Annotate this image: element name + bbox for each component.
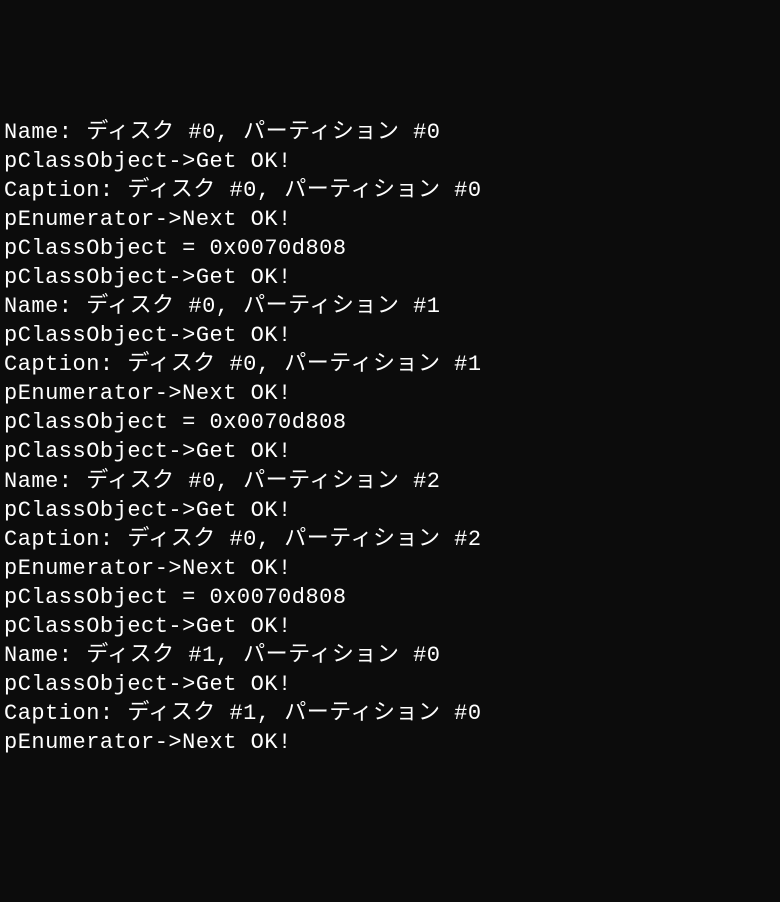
terminal-line: Name: ディスク #0, パーティション #0 xyxy=(4,118,776,147)
terminal-line: pEnumerator->Next OK! xyxy=(4,728,776,757)
terminal-line: pClassObject = 0x0070d808 xyxy=(4,408,776,437)
terminal-line: Caption: ディスク #0, パーティション #1 xyxy=(4,350,776,379)
terminal-line: Name: ディスク #0, パーティション #1 xyxy=(4,292,776,321)
terminal-output: Name: ディスク #0, パーティション #0pClassObject->G… xyxy=(4,118,776,757)
terminal-line: pEnumerator->Next OK! xyxy=(4,379,776,408)
terminal-line: pClassObject = 0x0070d808 xyxy=(4,234,776,263)
terminal-line: pClassObject->Get OK! xyxy=(4,670,776,699)
terminal-line: pClassObject->Get OK! xyxy=(4,437,776,466)
terminal-line: Name: ディスク #0, パーティション #2 xyxy=(4,467,776,496)
terminal-line: pEnumerator->Next OK! xyxy=(4,554,776,583)
terminal-line: pClassObject->Get OK! xyxy=(4,496,776,525)
terminal-line: Caption: ディスク #0, パーティション #2 xyxy=(4,525,776,554)
terminal-line: pClassObject->Get OK! xyxy=(4,147,776,176)
terminal-line: Name: ディスク #1, パーティション #0 xyxy=(4,641,776,670)
terminal-line: pEnumerator->Next OK! xyxy=(4,205,776,234)
terminal-line: pClassObject = 0x0070d808 xyxy=(4,583,776,612)
terminal-line: Caption: ディスク #1, パーティション #0 xyxy=(4,699,776,728)
terminal-line: Caption: ディスク #0, パーティション #0 xyxy=(4,176,776,205)
terminal-line: pClassObject->Get OK! xyxy=(4,321,776,350)
terminal-line: pClassObject->Get OK! xyxy=(4,263,776,292)
terminal-line: pClassObject->Get OK! xyxy=(4,612,776,641)
